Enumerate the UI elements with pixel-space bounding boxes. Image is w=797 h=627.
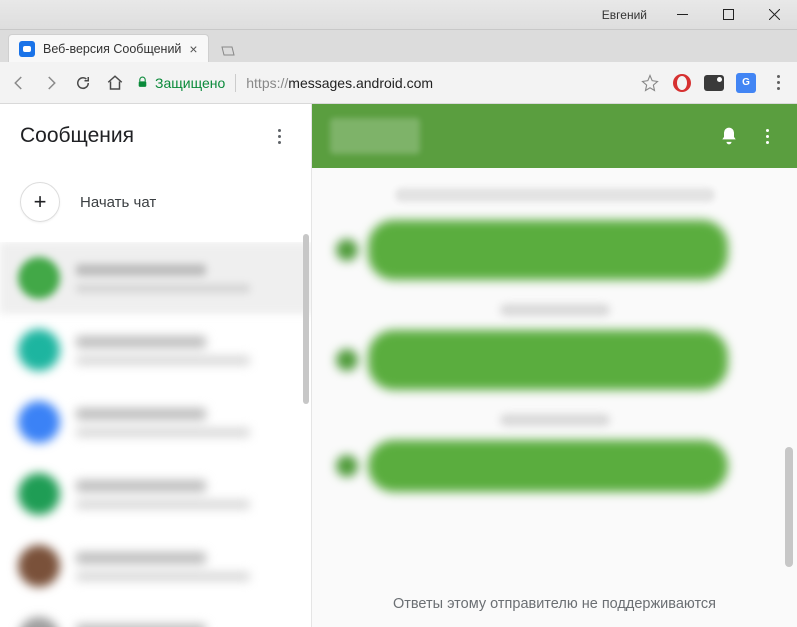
window-titlebar: Евгений [0, 0, 797, 30]
avatar [18, 617, 60, 627]
tab-title: Веб-версия Сообщений [43, 42, 181, 56]
nav-reload-button[interactable] [72, 72, 94, 94]
google-translate-extension-icon[interactable]: G [735, 72, 757, 94]
sidebar-more-button[interactable] [267, 124, 291, 148]
conversation-item[interactable] [0, 530, 311, 602]
browser-toolbar: Защищено https://messages.android.com G [0, 62, 797, 104]
chat-scrollbar[interactable] [785, 447, 793, 567]
sidebar-header: Сообщения [0, 104, 311, 168]
avatar [18, 329, 60, 371]
chat-date-separator [395, 188, 715, 202]
avatar [18, 545, 60, 587]
notifications-bell-icon[interactable] [717, 124, 741, 148]
conversation-list [0, 242, 311, 627]
window-maximize-button[interactable] [705, 0, 751, 30]
plus-icon: + [20, 182, 60, 222]
window-close-button[interactable] [751, 0, 797, 30]
browser-tabstrip: Веб-версия Сообщений × [0, 30, 797, 62]
url-protocol: https:// [246, 75, 288, 91]
lock-icon [136, 76, 149, 89]
chat-pane: Ответы этому отправителю не поддерживают… [312, 104, 797, 627]
chat-contact-name[interactable] [330, 118, 420, 154]
conversation-item[interactable] [0, 386, 311, 458]
nav-home-button[interactable] [104, 72, 126, 94]
nav-forward-button[interactable] [40, 72, 62, 94]
secure-label: Защищено [155, 75, 225, 91]
avatar [18, 257, 60, 299]
message-row [336, 440, 773, 492]
sender-avatar [336, 455, 358, 477]
conversation-item[interactable] [0, 314, 311, 386]
sidebar: Сообщения + Начать чат [0, 104, 312, 627]
chat-header [312, 104, 797, 168]
new-chat-label: Начать чат [80, 194, 156, 211]
opera-extension-icon[interactable] [671, 72, 693, 94]
window-minimize-button[interactable] [659, 0, 705, 30]
conversation-item[interactable] [0, 458, 311, 530]
tab-favicon [19, 41, 35, 57]
url-host: messages.android.com [288, 75, 433, 91]
address-field[interactable]: https://messages.android.com [246, 75, 433, 91]
bookmark-star-icon[interactable] [639, 72, 661, 94]
sender-avatar [336, 349, 358, 371]
avatar [18, 401, 60, 443]
sidebar-title: Сообщения [20, 124, 267, 148]
avatar [18, 473, 60, 515]
new-tab-button[interactable] [215, 40, 241, 62]
browser-tab[interactable]: Веб-версия Сообщений × [8, 34, 209, 62]
camera-extension-icon[interactable] [703, 72, 725, 94]
conversation-item[interactable] [0, 602, 311, 627]
message-bubble[interactable] [368, 330, 728, 390]
chat-date-separator [500, 414, 610, 426]
sender-avatar [336, 239, 358, 261]
message-bubble[interactable] [368, 220, 728, 280]
secure-indicator[interactable]: Защищено [136, 75, 225, 91]
chat-date-separator [500, 304, 610, 316]
window-user-label: Евгений [590, 8, 659, 22]
messages-app: Сообщения + Начать чат [0, 104, 797, 627]
sidebar-scrollbar[interactable] [303, 234, 309, 404]
reply-disabled-notice: Ответы этому отправителю не поддерживают… [312, 581, 797, 627]
browser-menu-button[interactable] [767, 72, 789, 94]
chat-messages [312, 168, 797, 581]
url-separator [235, 74, 236, 92]
nav-back-button[interactable] [8, 72, 30, 94]
message-row [336, 330, 773, 390]
new-chat-button[interactable]: + Начать чат [0, 168, 311, 242]
chat-more-button[interactable] [755, 124, 779, 148]
message-row [336, 220, 773, 280]
conversation-item[interactable] [0, 242, 311, 314]
message-bubble[interactable] [368, 440, 728, 492]
tab-close-icon[interactable]: × [189, 42, 197, 56]
